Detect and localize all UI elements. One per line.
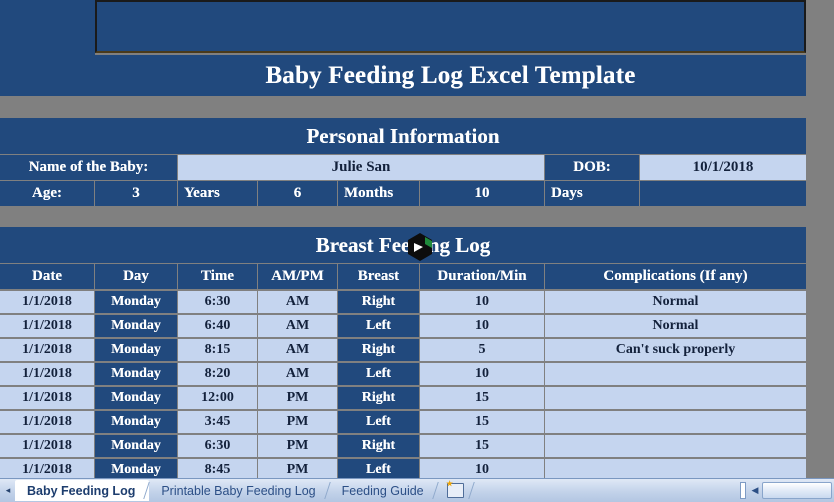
cell-day[interactable]: Monday [95,291,177,313]
top-banner-merged-cell[interactable] [95,0,806,53]
cell-duration[interactable]: 10 [420,363,544,385]
cell-ampm[interactable]: AM [258,339,337,361]
cell-breast[interactable]: Left [338,363,419,385]
cell-date[interactable]: 1/1/2018 [0,315,94,337]
cell-date[interactable]: 1/1/2018 [0,363,94,385]
cell-duration[interactable]: 15 [420,435,544,457]
right-grey-margin [806,0,834,474]
spreadsheet-canvas: Baby Feeding Log Excel Template Personal… [0,0,834,502]
sheet-nav-prev-icon[interactable]: ◂ [1,480,15,501]
grid-gap-1 [0,96,834,118]
cell-complications[interactable] [545,363,806,385]
cell-complications[interactable]: Normal [545,315,806,337]
cell-duration[interactable]: 10 [420,315,544,337]
cell-date[interactable]: 1/1/2018 [0,387,94,409]
cell-time[interactable]: 6:40 [178,315,257,337]
horizontal-scrollbar[interactable]: ◀ [740,482,832,499]
cell-breast[interactable]: Right [338,387,419,409]
cell-complications[interactable] [545,435,806,457]
cell-duration[interactable]: 10 [420,291,544,313]
cell-day[interactable]: Monday [95,411,177,433]
top-left-blue-block [0,0,95,96]
sheet-tab-label: Feeding Guide [341,483,424,498]
cell-time[interactable]: 3:45 [178,411,257,433]
cell-breast[interactable]: Left [338,411,419,433]
age-days-label: Days [545,181,639,206]
cell-complications[interactable]: Can't suck properly [545,339,806,361]
cell-day[interactable]: Monday [95,315,177,337]
cell-day[interactable]: Monday [95,387,177,409]
cell-ampm[interactable]: PM [258,411,337,433]
breast-feeding-log-title: Breast Feeding Log [0,227,806,263]
age-label: Age: [0,181,94,206]
age-months-label: Months [338,181,419,206]
cell-time[interactable]: 12:00 [178,387,257,409]
sheet-tab-label: Printable Baby Feeding Log [161,483,316,498]
sheet-tab-printable-baby-feeding-log[interactable]: Printable Baby Feeding Log [149,480,329,501]
column-header-date[interactable]: Date [0,264,94,289]
column-header-ampm[interactable]: AM/PM [258,264,337,289]
dob-label: DOB: [545,155,639,180]
sheet-tab-baby-feeding-log[interactable]: Baby Feeding Log [15,480,150,501]
column-header-day[interactable]: Day [95,264,177,289]
cell-breast[interactable]: Right [338,339,419,361]
grid-gap-2 [0,207,834,226]
cell-duration[interactable]: 15 [420,411,544,433]
scrollbar-thumb[interactable] [762,482,832,499]
cell-time[interactable]: 8:20 [178,363,257,385]
column-header-complications[interactable]: Complications (If any) [545,264,806,289]
cell-day[interactable]: Monday [95,363,177,385]
sheet-tab-bar[interactable]: ◂ Baby Feeding Log Printable Baby Feedin… [0,478,834,502]
baby-name-label: Name of the Baby: [0,155,177,180]
cell-duration[interactable]: 15 [420,387,544,409]
cell-ampm[interactable]: PM [258,435,337,457]
cell-breast[interactable]: Right [338,291,419,313]
dob-value[interactable]: 10/1/2018 [640,155,806,180]
cell-complications[interactable]: Normal [545,291,806,313]
scroll-left-arrow-icon[interactable]: ◀ [748,483,762,498]
cell-duration[interactable]: 5 [420,339,544,361]
sheet-tab-feeding-guide[interactable]: Feeding Guide [330,480,438,501]
template-title: Baby Feeding Log Excel Template [95,55,806,96]
cell-time[interactable]: 8:15 [178,339,257,361]
cell-day[interactable]: Monday [95,435,177,457]
cell-time[interactable]: 6:30 [178,435,257,457]
cell-ampm[interactable]: AM [258,291,337,313]
cell-ampm[interactable]: PM [258,387,337,409]
cell-ampm[interactable]: AM [258,315,337,337]
cell-complications[interactable] [545,411,806,433]
scrollbar-split-grip[interactable] [740,482,746,499]
insert-worksheet-button[interactable] [438,480,474,501]
cell-date[interactable]: 1/1/2018 [0,291,94,313]
sheet-tab-label: Baby Feeding Log [27,483,136,498]
column-header-breast[interactable]: Breast [338,264,419,289]
tab-bar-filler [474,480,740,501]
personal-information-title: Personal Information [0,118,806,154]
cell-date[interactable]: 1/1/2018 [0,435,94,457]
cell-breast[interactable]: Left [338,315,419,337]
baby-name-value[interactable]: Julie San [178,155,544,180]
new-sheet-icon [447,483,465,498]
cell-day[interactable]: Monday [95,339,177,361]
cell-ampm[interactable]: AM [258,363,337,385]
age-months-value[interactable]: 6 [258,181,337,206]
cell-complications[interactable] [545,387,806,409]
cell-date[interactable]: 1/1/2018 [0,339,94,361]
age-extra-cell[interactable] [640,181,806,206]
age-days-value[interactable]: 10 [420,181,544,206]
cell-time[interactable]: 6:30 [178,291,257,313]
age-years-value[interactable]: 3 [95,181,177,206]
age-years-label: Years [178,181,257,206]
cell-breast[interactable]: Right [338,435,419,457]
column-header-time[interactable]: Time [178,264,257,289]
column-header-duration[interactable]: Duration/Min [420,264,544,289]
cell-date[interactable]: 1/1/2018 [0,411,94,433]
